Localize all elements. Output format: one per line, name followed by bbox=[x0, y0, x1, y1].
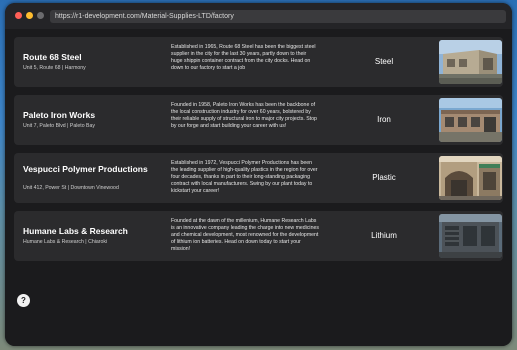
factory-card[interactable]: Paleto Iron Works Unit 7, Paleto Blvd | … bbox=[14, 95, 503, 145]
factory-card[interactable]: Route 68 Steel Unit 5, Route 68 | Harmon… bbox=[14, 37, 503, 87]
browser-window: https://r1-development.com/Material-Supp… bbox=[5, 3, 512, 346]
storefront-photo bbox=[439, 156, 502, 200]
minimize-window-button[interactable] bbox=[26, 12, 33, 19]
close-window-button[interactable] bbox=[15, 12, 22, 19]
factory-card[interactable]: Vespucci Polymer Productions Unit 412, P… bbox=[14, 153, 503, 203]
factory-name: Paleto Iron Works bbox=[23, 110, 96, 120]
factory-material: Lithium bbox=[371, 231, 397, 240]
factory-address: Unit 412, Power St | Downtown Vinewood bbox=[23, 185, 119, 191]
factory-address: Unit 7, Paleto Blvd | Paleto Bay bbox=[23, 123, 95, 129]
factory-address: Unit 5, Route 68 | Harmony bbox=[23, 65, 86, 71]
factory-material: Iron bbox=[377, 115, 391, 124]
factory-name: Humane Labs & Research bbox=[23, 226, 128, 236]
maximize-window-button[interactable] bbox=[37, 12, 44, 19]
factory-description: Established in 1965, Route 68 Steel has … bbox=[171, 44, 316, 71]
factory-name: Route 68 Steel bbox=[23, 52, 82, 62]
factory-card[interactable]: Humane Labs & Research Humane Labs & Res… bbox=[14, 211, 503, 261]
factory-address: Humane Labs & Research | Chiaroki bbox=[23, 239, 108, 245]
factory-description: Founded at the dawn of the millenium, Hu… bbox=[171, 218, 319, 252]
title-bar: https://r1-development.com/Material-Supp… bbox=[5, 3, 512, 29]
factory-description: Founded in 1958, Paleto Iron Works has b… bbox=[171, 102, 317, 129]
warehouse-photo bbox=[439, 40, 502, 84]
ironworks-photo bbox=[439, 98, 502, 142]
factory-description: Established in 1972, Vespucci Polymer Pr… bbox=[171, 160, 318, 194]
address-bar[interactable]: https://r1-development.com/Material-Supp… bbox=[50, 10, 506, 23]
help-button[interactable]: ? bbox=[17, 294, 30, 307]
factory-material: Steel bbox=[374, 57, 394, 66]
factory-material: Plastic bbox=[372, 173, 396, 182]
factory-list: Route 68 Steel Unit 5, Route 68 | Harmon… bbox=[5, 29, 512, 346]
factory-name: Vespucci Polymer Productions bbox=[23, 164, 148, 174]
lab-photo bbox=[439, 214, 502, 258]
